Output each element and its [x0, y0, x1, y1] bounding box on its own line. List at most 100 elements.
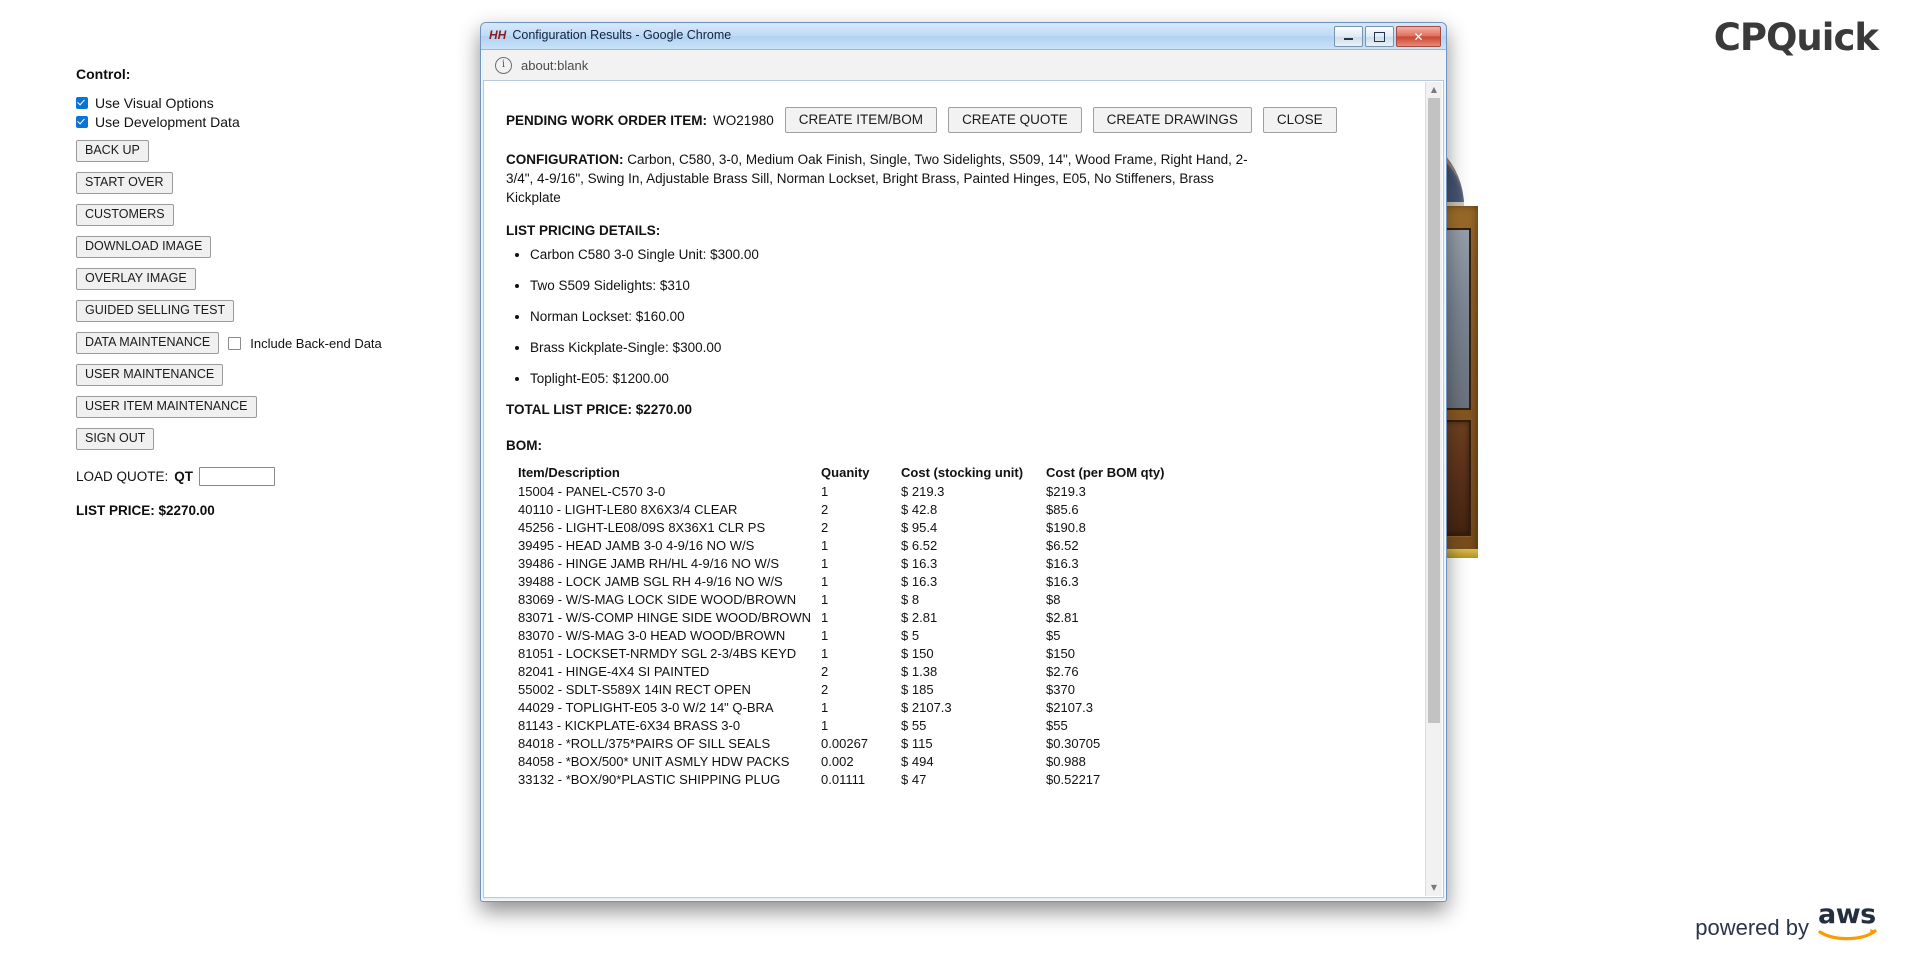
- bom-cost-stocking-unit: $ 2107.3: [901, 699, 1046, 717]
- table-row: 15004 - PANEL-C570 3-01$ 219.3$219.3: [518, 483, 1196, 501]
- table-row: 44029 - TOPLIGHT-E05 3-0 W/2 14" Q-BRA1$…: [518, 699, 1196, 717]
- control-panel: Control: Use Visual Options Use Developm…: [76, 66, 416, 518]
- cpquick-logo: CPQuick: [1714, 16, 1878, 59]
- bom-item-description: 39486 - HINGE JAMB RH/HL 4-9/16 NO W/S: [518, 555, 821, 573]
- bom-cost-per-bom-qty: $85.6: [1046, 501, 1196, 519]
- bom-item-description: 83070 - W/S-MAG 3-0 HEAD WOOD/BROWN: [518, 627, 821, 645]
- checkbox-checked-icon[interactable]: [76, 97, 88, 109]
- bom-quantity: 2: [821, 519, 901, 537]
- table-row: 39495 - HEAD JAMB 3-0 4-9/16 NO W/S1$ 6.…: [518, 537, 1196, 555]
- list-item: Two S509 Sidelights: $310: [530, 278, 1426, 293]
- start-over-button[interactable]: START OVER: [76, 172, 173, 194]
- table-row: 39488 - LOCK JAMB SGL RH 4-9/16 NO W/S1$…: [518, 573, 1196, 591]
- download-image-button[interactable]: DOWNLOAD IMAGE: [76, 236, 211, 258]
- minimize-icon: [1335, 27, 1362, 46]
- guided-selling-test-button[interactable]: GUIDED SELLING TEST: [76, 300, 234, 322]
- load-quote-input[interactable]: [199, 467, 275, 486]
- bom-cost-stocking-unit: $ 6.52: [901, 537, 1046, 555]
- pending-work-order-row: PENDING WORK ORDER ITEM: WO21980 CREATE …: [506, 107, 1426, 133]
- user-item-maintenance-button[interactable]: USER ITEM MAINTENANCE: [76, 396, 257, 418]
- list-item: Brass Kickplate-Single: $300.00: [530, 340, 1426, 355]
- vertical-scrollbar[interactable]: ▲ ▼: [1425, 82, 1442, 896]
- bom-table-head: Item/Description Quanity Cost (stocking …: [518, 465, 1196, 483]
- bom-heading: BOM:: [506, 438, 1426, 453]
- aws-text: aws: [1818, 899, 1876, 930]
- bom-cost-per-bom-qty: $370: [1046, 681, 1196, 699]
- load-quote-label: LOAD QUOTE:: [76, 469, 168, 484]
- table-row: 83071 - W/S-COMP HINGE SIDE WOOD/BROWN1$…: [518, 609, 1196, 627]
- control-panel-title: Control:: [76, 66, 416, 82]
- column-header-item: Item/Description: [518, 465, 821, 483]
- bom-cost-stocking-unit: $ 494: [901, 753, 1046, 771]
- column-header-cost-stocking: Cost (stocking unit): [901, 465, 1046, 483]
- bom-item-description: 40110 - LIGHT-LE80 8X6X3/4 CLEAR: [518, 501, 821, 519]
- scroll-down-icon[interactable]: ▼: [1426, 880, 1442, 896]
- bom-quantity: 0.002: [821, 753, 901, 771]
- bom-quantity: 1: [821, 591, 901, 609]
- checkbox-checked-icon[interactable]: [76, 116, 88, 128]
- bom-cost-stocking-unit: $ 55: [901, 717, 1046, 735]
- url-text: about:blank: [521, 58, 588, 73]
- maximize-icon: [1366, 27, 1393, 46]
- app-mark-icon: HH: [489, 28, 506, 42]
- address-bar[interactable]: i about:blank: [483, 50, 1444, 81]
- bom-cost-stocking-unit: $ 47: [901, 771, 1046, 789]
- checkbox-use-development-data[interactable]: Use Development Data: [76, 114, 416, 130]
- bom-item-description: 84018 - *ROLL/375*PAIRS OF SILL SEALS: [518, 735, 821, 753]
- total-list-price: TOTAL LIST PRICE: $2270.00: [506, 402, 1426, 417]
- table-row: 45256 - LIGHT-LE08/09S 8X36X1 CLR PS2$ 9…: [518, 519, 1196, 537]
- close-window-button[interactable]: ✕: [1396, 26, 1441, 47]
- window-title-bar[interactable]: HH Configuration Results - Google Chrome…: [481, 23, 1446, 50]
- site-info-icon[interactable]: i: [495, 57, 512, 74]
- table-row: 39486 - HINGE JAMB RH/HL 4-9/16 NO W/S1$…: [518, 555, 1196, 573]
- bom-cost-stocking-unit: $ 42.8: [901, 501, 1046, 519]
- bom-cost-per-bom-qty: $55: [1046, 717, 1196, 735]
- bom-quantity: 0.00267: [821, 735, 901, 753]
- list-item: Norman Lockset: $160.00: [530, 309, 1426, 324]
- list-pricing-heading: LIST PRICING DETAILS:: [506, 223, 1426, 238]
- bom-item-description: 81051 - LOCKSET-NRMDY SGL 2-3/4BS KEYD: [518, 645, 821, 663]
- data-maintenance-button[interactable]: DATA MAINTENANCE: [76, 332, 219, 354]
- list-price-label: LIST PRICE: $2270.00: [76, 503, 416, 518]
- close-icon: ✕: [1397, 27, 1440, 46]
- bom-cost-per-bom-qty: $5: [1046, 627, 1196, 645]
- checkbox-use-visual-options[interactable]: Use Visual Options: [76, 95, 416, 111]
- column-header-cost-per-bom: Cost (per BOM qty): [1046, 465, 1196, 483]
- table-row: 55002 - SDLT-S589X 14IN RECT OPEN2$ 185$…: [518, 681, 1196, 699]
- bom-cost-per-bom-qty: $0.30705: [1046, 735, 1196, 753]
- create-item-bom-button[interactable]: CREATE ITEM/BOM: [785, 107, 937, 133]
- window-title-text: Configuration Results - Google Chrome: [512, 28, 731, 42]
- bom-table: Item/Description Quanity Cost (stocking …: [518, 465, 1196, 789]
- bom-cost-stocking-unit: $ 185: [901, 681, 1046, 699]
- bom-cost-per-bom-qty: $0.988: [1046, 753, 1196, 771]
- user-maintenance-button[interactable]: USER MAINTENANCE: [76, 364, 223, 386]
- create-drawings-button[interactable]: CREATE DRAWINGS: [1093, 107, 1252, 133]
- bom-cost-per-bom-qty: $0.52217: [1046, 771, 1196, 789]
- bom-cost-stocking-unit: $ 219.3: [901, 483, 1046, 501]
- table-row: 84018 - *ROLL/375*PAIRS OF SILL SEALS0.0…: [518, 735, 1196, 753]
- sign-out-button[interactable]: SIGN OUT: [76, 428, 154, 450]
- bom-quantity: 1: [821, 537, 901, 555]
- table-row: 84058 - *BOX/500* UNIT ASMLY HDW PACKS0.…: [518, 753, 1196, 771]
- minimize-button[interactable]: [1334, 26, 1363, 47]
- list-item: Toplight-E05: $1200.00: [530, 371, 1426, 386]
- back-up-button[interactable]: BACK UP: [76, 140, 149, 162]
- overlay-image-button[interactable]: OVERLAY IMAGE: [76, 268, 196, 290]
- user-item-maintenance-button-row: USER ITEM MAINTENANCE: [76, 396, 416, 418]
- bom-item-description: 55002 - SDLT-S589X 14IN RECT OPEN: [518, 681, 821, 699]
- create-quote-button[interactable]: CREATE QUOTE: [948, 107, 1082, 133]
- include-backend-data-label: Include Back-end Data: [250, 336, 382, 351]
- bom-cost-stocking-unit: $ 16.3: [901, 573, 1046, 591]
- bom-cost-per-bom-qty: $2.81: [1046, 609, 1196, 627]
- table-row: 81143 - KICKPLATE-6X34 BRASS 3-01$ 55$55: [518, 717, 1196, 735]
- checkbox-include-backend-data[interactable]: [228, 337, 241, 350]
- customers-button[interactable]: CUSTOMERS: [76, 204, 174, 226]
- scrollbar-thumb[interactable]: [1428, 98, 1440, 723]
- scroll-up-icon[interactable]: ▲: [1426, 82, 1442, 98]
- maximize-button[interactable]: [1365, 26, 1394, 47]
- list-pricing-items: Carbon C580 3-0 Single Unit: $300.00 Two…: [506, 247, 1426, 386]
- list-item: Carbon C580 3-0 Single Unit: $300.00: [530, 247, 1426, 262]
- table-row: 83070 - W/S-MAG 3-0 HEAD WOOD/BROWN1$ 5$…: [518, 627, 1196, 645]
- close-button[interactable]: CLOSE: [1263, 107, 1337, 133]
- table-header-row: Item/Description Quanity Cost (stocking …: [518, 465, 1196, 483]
